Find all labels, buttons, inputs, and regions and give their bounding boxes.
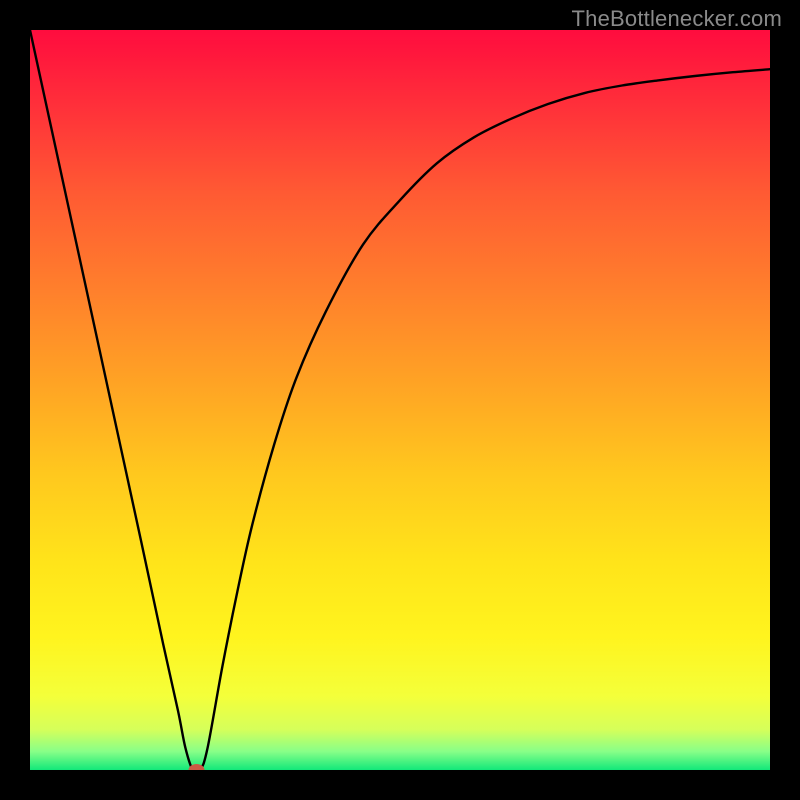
chart-frame: TheBottlenecker.com [0, 0, 800, 800]
plot-area [30, 30, 770, 770]
gradient-background [30, 30, 770, 770]
chart-svg [30, 30, 770, 770]
watermark-text: TheBottlenecker.com [572, 6, 782, 32]
